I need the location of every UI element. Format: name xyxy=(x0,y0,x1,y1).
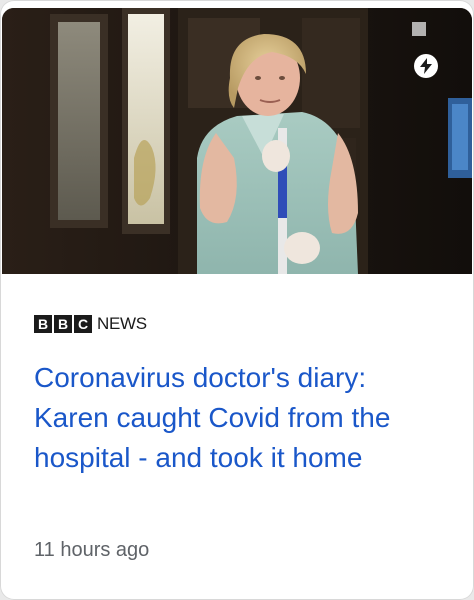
article-thumbnail[interactable] xyxy=(2,8,472,274)
bbc-logo-letter-b1: B xyxy=(34,315,52,333)
bbc-logo-letter-b2: B xyxy=(54,315,72,333)
article-headline[interactable]: Coronavirus doctor's diary: Karen caught… xyxy=(34,358,444,478)
article-timestamp: 11 hours ago xyxy=(34,539,150,561)
news-card[interactable]: B B C NEWS Coronavirus doctor's diary: K… xyxy=(0,0,474,600)
lightning-bolt-icon xyxy=(414,54,438,78)
news-source: B B C NEWS xyxy=(34,314,147,334)
bbc-logo-letter-c: C xyxy=(74,315,92,333)
article-photo xyxy=(2,8,472,274)
source-name: NEWS xyxy=(97,314,147,333)
